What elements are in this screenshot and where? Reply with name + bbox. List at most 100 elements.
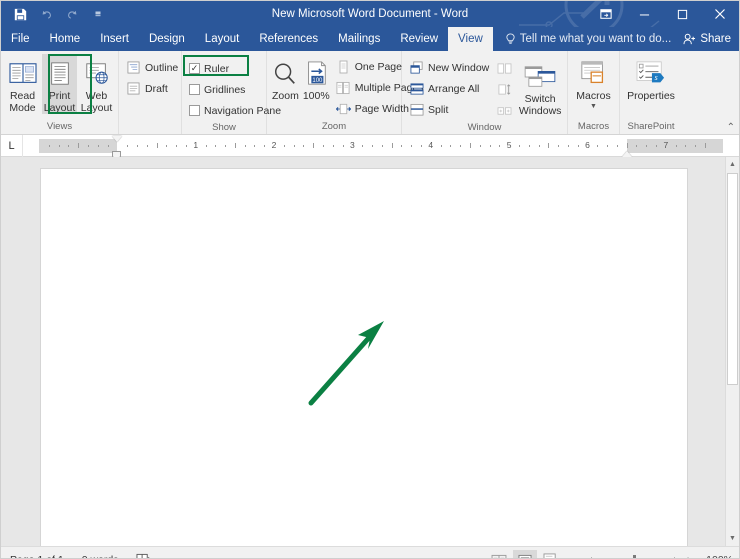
ribbon-group-zoom: Zoom 100 100% One Page Multiple Pages Pa… — [267, 51, 424, 134]
tell-me-search[interactable]: Tell me what you want to do... — [505, 27, 672, 51]
customize-qat-icon[interactable] — [86, 3, 110, 25]
split-button[interactable]: Split — [406, 99, 492, 120]
properties-button[interactable]: s Properties — [624, 54, 678, 103]
collapse-ribbon-icon[interactable]: ⌃ — [727, 122, 735, 133]
scroll-down-icon[interactable]: ▼ — [726, 531, 739, 546]
tab-mailings[interactable]: Mailings — [328, 27, 390, 51]
tab-file[interactable]: File — [1, 27, 40, 51]
outline-button[interactable]: Outline — [123, 57, 178, 78]
print-layout-icon — [47, 57, 73, 91]
redo-icon[interactable] — [60, 3, 84, 25]
draft-icon — [126, 81, 141, 96]
sharepoint-group-label: SharePoint — [627, 121, 675, 132]
navigation-pane-checkbox-row[interactable]: Navigation Pane — [186, 100, 281, 121]
ruler-tick — [87, 144, 89, 147]
vertical-scrollbar[interactable]: ▲ ▼ — [725, 157, 739, 546]
new-window-button[interactable]: New Window — [406, 57, 492, 78]
ribbon-display-options-icon[interactable] — [587, 1, 625, 27]
zoom-100-button[interactable]: 100 100% — [302, 54, 331, 103]
zoom-group-label: Zoom — [321, 121, 347, 132]
ruler-number: 2 — [271, 139, 277, 150]
gridlines-checkbox-row[interactable]: Gridlines — [186, 79, 262, 100]
zoom-in-button[interactable]: + — [681, 553, 695, 559]
zoom-button[interactable]: Zoom — [271, 54, 300, 103]
proofing-status[interactable] — [127, 547, 160, 558]
ribbon-group-show: ✓ Ruler Gridlines Navigation Pane Show — [181, 51, 281, 134]
outline-icon — [126, 60, 141, 75]
ruler-tick — [440, 144, 442, 147]
macros-dropdown-icon[interactable]: ▼ — [590, 103, 597, 111]
first-line-indent-marker[interactable] — [112, 135, 122, 142]
navigation-pane-checkbox[interactable] — [189, 105, 200, 116]
ruler-number: 6 — [585, 139, 590, 150]
tab-view[interactable]: View — [448, 27, 493, 51]
tab-review[interactable]: Review — [390, 27, 448, 51]
tab-insert[interactable]: Insert — [90, 27, 139, 51]
scroll-up-icon[interactable]: ▲ — [726, 157, 739, 172]
ruler-tick — [146, 144, 148, 147]
read-mode-view-button[interactable] — [487, 550, 511, 558]
draft-button[interactable]: Draft — [123, 78, 177, 99]
tab-stop-selector[interactable]: L — [1, 134, 23, 157]
ruler-tick — [323, 144, 325, 147]
scrollbar-thumb[interactable] — [727, 173, 738, 385]
zoom-out-button[interactable]: − — [571, 553, 585, 559]
ruler-tick — [264, 144, 266, 147]
save-icon[interactable] — [8, 3, 32, 25]
ruler-tick — [185, 144, 187, 147]
tab-home[interactable]: Home — [40, 27, 91, 51]
ruler-tick — [518, 144, 520, 147]
magnifier-icon — [272, 57, 298, 91]
draft-label: Draft — [145, 82, 168, 95]
arrange-all-icon — [409, 81, 424, 96]
status-bar: Page 1 of 1 0 words — [1, 546, 739, 559]
close-button[interactable] — [701, 1, 739, 27]
proofing-errors-icon — [136, 553, 151, 558]
synchronous-scrolling-button[interactable] — [494, 79, 515, 100]
share-button[interactable]: Share — [683, 27, 731, 51]
status-bar-right: − + 100% — [487, 547, 733, 559]
minimize-button[interactable] — [625, 1, 663, 27]
ruler-tick — [244, 144, 246, 147]
ruler-checkbox[interactable]: ✓ — [189, 63, 200, 74]
right-indent-marker[interactable] — [622, 150, 632, 157]
web-layout-button[interactable]: Web Layout — [79, 54, 114, 114]
ruler-tick — [420, 144, 422, 147]
zoom-100-label: 100% — [302, 90, 330, 102]
gridlines-checkbox[interactable] — [189, 84, 200, 95]
zoom-slider-thumb[interactable] — [633, 554, 636, 558]
read-mode-label: Read Mode — [9, 90, 36, 114]
read-mode-button[interactable]: Read Mode — [5, 54, 40, 114]
tell-me-placeholder: Tell me what you want to do... — [519, 33, 672, 45]
word-count[interactable]: 0 words — [73, 547, 128, 559]
reset-window-position-button[interactable] — [494, 100, 515, 121]
view-side-by-side-button[interactable] — [494, 58, 515, 79]
ruler-number: 7 — [663, 139, 669, 150]
switch-windows-button[interactable]: Switch Windows — [517, 57, 563, 117]
ruler-tick — [567, 144, 569, 147]
zoom-100-icon: 100 — [303, 57, 329, 91]
zoom-percentage[interactable]: 100% — [701, 554, 733, 558]
web-layout-view-button[interactable] — [539, 550, 563, 558]
macros-button[interactable]: Macros ▼ — [572, 54, 615, 111]
maximize-restore-button[interactable] — [663, 1, 701, 27]
tab-layout[interactable]: Layout — [195, 27, 250, 51]
print-layout-button[interactable]: Print Layout — [42, 54, 77, 114]
horizontal-ruler[interactable]: 1 2 3 4 5 6 7 — [39, 135, 723, 158]
page-indicator[interactable]: Page 1 of 1 — [1, 547, 73, 559]
print-layout-view-button[interactable] — [513, 550, 537, 558]
ruler-tick — [78, 142, 80, 148]
ruler-tick — [401, 144, 403, 147]
ribbon: Read Mode Print Layout Web Layout Views … — [1, 51, 739, 135]
arrange-all-button[interactable]: Arrange All — [406, 78, 492, 99]
ruler-label: Ruler — [204, 62, 230, 75]
document-page[interactable] — [41, 169, 687, 546]
tab-references[interactable]: References — [249, 27, 328, 51]
window-group-label: Window — [467, 122, 502, 133]
lightbulb-icon — [506, 33, 515, 44]
ruler-tick — [450, 144, 452, 147]
ruler-checkbox-row[interactable]: ✓ Ruler — [186, 58, 262, 79]
zoom-slider[interactable]: − + 100% — [571, 553, 733, 559]
undo-icon[interactable] — [34, 3, 58, 25]
tab-design[interactable]: Design — [139, 27, 195, 51]
